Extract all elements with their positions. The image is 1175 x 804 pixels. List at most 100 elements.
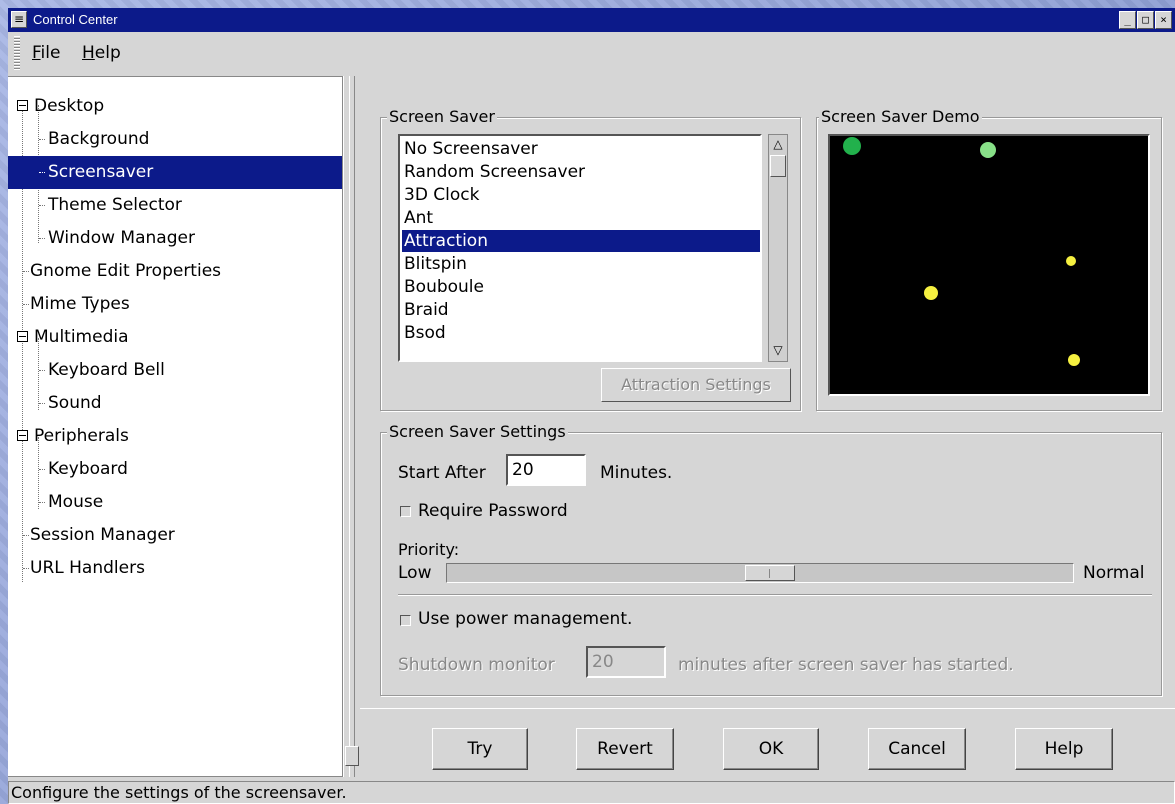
list-item-selected[interactable]: Attraction bbox=[402, 230, 760, 252]
demo-particle bbox=[1066, 256, 1076, 266]
power-management-checkbox[interactable] bbox=[400, 615, 411, 626]
menu-file-mnemonic: F bbox=[32, 43, 41, 63]
tree-item-label: Mime Types bbox=[30, 294, 130, 314]
tree-item-multimedia[interactable]: Multimedia bbox=[8, 321, 342, 354]
scrollbar-thumb[interactable] bbox=[770, 155, 786, 177]
priority-slider-handle[interactable] bbox=[745, 565, 795, 581]
menu-file[interactable]: File bbox=[32, 42, 60, 64]
shutdown-minutes-input[interactable] bbox=[586, 646, 666, 678]
settings-tree[interactable]: Desktop Background Screensaver Theme Sel… bbox=[8, 76, 343, 777]
pane-splitter[interactable] bbox=[343, 76, 361, 777]
tree-item-label: Sound bbox=[48, 393, 102, 413]
list-item[interactable]: Random Screensaver bbox=[402, 161, 760, 183]
screensaver-demo-preview bbox=[828, 134, 1150, 396]
attraction-settings-button[interactable]: Attraction Settings bbox=[601, 368, 791, 402]
require-password-checkbox[interactable] bbox=[400, 506, 411, 517]
ok-button[interactable]: OK bbox=[723, 728, 819, 770]
list-item[interactable]: No Screensaver bbox=[402, 138, 760, 160]
demo-frame-title: Screen Saver Demo bbox=[819, 107, 982, 127]
tree-item-label: Background bbox=[48, 129, 150, 149]
try-button[interactable]: Try bbox=[432, 728, 528, 770]
menubar-grip-handle[interactable] bbox=[14, 36, 20, 70]
menu-help-mnemonic: H bbox=[82, 43, 95, 63]
list-item[interactable]: 3D Clock bbox=[402, 184, 760, 206]
list-item[interactable]: Bsod bbox=[402, 322, 760, 344]
button-row-divider bbox=[360, 708, 1175, 709]
tree-item-label: URL Handlers bbox=[30, 558, 145, 578]
priority-label: Priority: bbox=[398, 540, 460, 559]
tree-item-label: Mouse bbox=[48, 492, 104, 512]
tree-item-keyboard-bell[interactable]: Keyboard Bell bbox=[8, 354, 342, 387]
tree-item-mouse[interactable]: Mouse bbox=[8, 486, 342, 519]
scroll-up-icon[interactable]: △ bbox=[772, 137, 784, 151]
tree-connector bbox=[39, 370, 45, 372]
shutdown-suffix-label: minutes after screen saver has started. bbox=[678, 655, 1014, 675]
maximize-button[interactable]: □ bbox=[1137, 11, 1154, 29]
collapse-icon[interactable] bbox=[17, 331, 28, 342]
screensaver-list[interactable]: No Screensaver Random Screensaver 3D Clo… bbox=[398, 134, 762, 362]
control-center-window: ≡ Control Center _ □ × File Help Desktop… bbox=[8, 8, 1175, 804]
tree-item-peripherals[interactable]: Peripherals bbox=[8, 420, 342, 453]
screensaver-frame-title: Screen Saver bbox=[387, 107, 497, 127]
start-after-label: Start After bbox=[398, 463, 486, 483]
settings-frame-title: Screen Saver Settings bbox=[387, 422, 568, 442]
tree-item-label: Keyboard bbox=[48, 459, 128, 479]
list-item[interactable]: Braid bbox=[402, 299, 760, 321]
tree-connector bbox=[39, 403, 45, 405]
tree-item-sound[interactable]: Sound bbox=[8, 387, 342, 420]
tree-connector bbox=[23, 535, 29, 537]
priority-low-label: Low bbox=[398, 563, 432, 583]
scroll-down-icon[interactable]: ▽ bbox=[772, 343, 784, 357]
priority-high-label: Normal bbox=[1083, 563, 1145, 583]
tree-item-background[interactable]: Background bbox=[8, 123, 342, 156]
tree-item-keyboard[interactable]: Keyboard bbox=[8, 453, 342, 486]
screensaver-list-scrollbar[interactable]: △ ▽ bbox=[768, 134, 788, 362]
tree-item-screensaver[interactable]: Screensaver bbox=[8, 156, 342, 189]
cancel-button[interactable]: Cancel bbox=[868, 728, 966, 770]
tree-item-label: Desktop bbox=[34, 96, 105, 116]
title-bar[interactable]: ≡ Control Center _ □ × bbox=[8, 8, 1175, 32]
power-management-label: Use power management. bbox=[418, 609, 633, 629]
tree-item-label: Session Manager bbox=[30, 525, 175, 545]
menu-help[interactable]: Help bbox=[82, 42, 121, 64]
tree-item-label: Peripherals bbox=[34, 426, 129, 446]
menu-file-label: ile bbox=[40, 43, 61, 63]
tree-item-label: Keyboard Bell bbox=[48, 360, 165, 380]
collapse-icon[interactable] bbox=[17, 100, 28, 111]
menu-bar: File Help bbox=[8, 32, 1175, 77]
list-item[interactable]: Ant bbox=[402, 207, 760, 229]
tree-item-desktop[interactable]: Desktop bbox=[8, 90, 342, 123]
tree-item-label: Gnome Edit Properties bbox=[30, 261, 222, 281]
collapse-icon[interactable] bbox=[17, 430, 28, 441]
demo-particle bbox=[843, 137, 861, 155]
close-button[interactable]: × bbox=[1155, 11, 1172, 29]
tree-connector bbox=[39, 502, 45, 504]
tree-item-url-handlers[interactable]: URL Handlers bbox=[8, 552, 342, 585]
pane-splitter-handle[interactable] bbox=[345, 746, 359, 766]
tree-connector bbox=[39, 139, 45, 141]
demo-particle bbox=[924, 286, 938, 300]
minutes-label: Minutes. bbox=[600, 463, 673, 483]
tree-connector bbox=[39, 238, 45, 240]
shutdown-monitor-label: Shutdown monitor bbox=[398, 655, 555, 675]
list-item[interactable]: Bouboule bbox=[402, 276, 760, 298]
minimize-button[interactable]: _ bbox=[1119, 11, 1136, 29]
tree-item-label: Window Manager bbox=[48, 228, 195, 248]
help-button[interactable]: Help bbox=[1015, 728, 1113, 770]
window-menu-icon[interactable]: ≡ bbox=[11, 11, 27, 28]
tree-connector bbox=[23, 568, 29, 570]
tree-item-window-manager[interactable]: Window Manager bbox=[8, 222, 342, 255]
list-item[interactable]: Blitspin bbox=[402, 253, 760, 275]
tree-item-theme-selector[interactable]: Theme Selector bbox=[8, 189, 342, 222]
tree-item-gnome-edit-properties[interactable]: Gnome Edit Properties bbox=[8, 255, 342, 288]
start-after-input[interactable] bbox=[506, 454, 586, 486]
tree-connector bbox=[23, 304, 29, 306]
demo-particle bbox=[1068, 354, 1080, 366]
tree-item-mime-types[interactable]: Mime Types bbox=[8, 288, 342, 321]
require-password-label: Require Password bbox=[418, 501, 568, 521]
priority-slider[interactable] bbox=[446, 563, 1074, 583]
revert-button[interactable]: Revert bbox=[576, 728, 674, 770]
tree-item-session-manager[interactable]: Session Manager bbox=[8, 519, 342, 552]
tree-connector bbox=[23, 271, 29, 273]
tree-item-label: Screensaver bbox=[48, 162, 154, 182]
